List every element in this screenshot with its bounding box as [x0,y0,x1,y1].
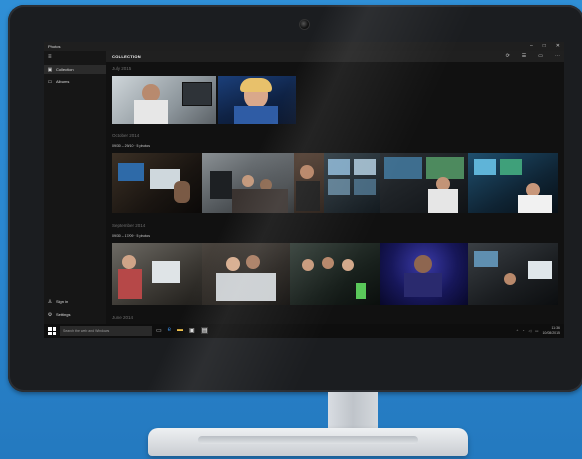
toolbar: ⟳ ☰ ▭ ⋯ [506,53,560,59]
network-icon[interactable]: ◔ [522,329,524,333]
stand-base-slot [198,436,418,444]
monitor-bezel: Photos – □ ✕ ≡ ▣ Collection ▭ Albums ♙ S… [8,5,582,392]
minimize-button[interactable]: – [530,43,533,49]
notifications-icon[interactable]: ▭ [535,329,538,333]
slideshow-icon[interactable]: ▭ [538,53,543,59]
sidebar-item-label: Settings [56,312,71,317]
photos-app-icon[interactable]: ▤ [200,327,209,334]
monitor-stand-base [148,428,468,456]
main-header: COLLECTION ⟳ ☰ ▭ ⋯ [106,51,564,62]
sidebar-item-label: Sign in [56,299,69,304]
sidebar-item-label: Albums [56,79,70,84]
group-label: 09/30 – 29/10 · 5 photos [112,144,150,148]
photo-thumbnail[interactable] [290,243,380,305]
select-icon[interactable]: ☰ [522,53,526,59]
sidebar-item-collection[interactable]: ▣ Collection [44,65,106,74]
screen: Photos – □ ✕ ≡ ▣ Collection ▭ Albums ♙ S… [44,42,564,338]
page-title: COLLECTION [112,54,141,59]
photo-thumbnail[interactable] [112,153,202,213]
windows-start-icon[interactable] [48,327,56,335]
photo-thumbnail[interactable] [202,243,290,305]
window-controls: – □ ✕ [530,43,560,49]
photo-thumbnail[interactable] [468,243,558,305]
system-tray: ^ ◔ ◁ ▭ 11:36 10/08/2015 [517,326,560,335]
person-icon: ♙ [47,298,53,305]
taskbar-icons: ▭ e ▬ ▣ ▤ [156,327,209,334]
clock-date: 10/08/2015 [542,330,560,335]
sidebar-item-sign-in[interactable]: ♙ Sign in [44,297,106,306]
clock[interactable]: 11:36 10/08/2015 [542,326,560,335]
photo-thumbnail[interactable] [324,153,380,213]
section-title: October 2014 [112,133,140,138]
file-explorer-icon[interactable]: ▬ [177,327,183,334]
edge-icon[interactable]: e [168,327,171,334]
webcam [300,20,309,29]
task-view-icon[interactable]: ▭ [156,327,162,334]
section-title: June 2014 [112,315,134,320]
albums-icon: ▭ [47,78,53,85]
sidebar: ≡ ▣ Collection ▭ Albums ♙ Sign in ⚙ Sett… [44,51,106,324]
sidebar-item-label: Collection [56,67,74,72]
section-title: July 2015 [112,66,132,71]
title-bar: Photos – □ ✕ [44,42,564,51]
photo-thumbnail[interactable] [112,243,202,305]
volume-icon[interactable]: ◁ [528,329,531,333]
photo-thumbnail[interactable] [202,153,294,213]
store-icon[interactable]: ▣ [189,327,195,334]
app-title: Photos [48,44,61,49]
photo-thumbnail[interactable] [380,243,468,305]
taskbar: Search the web and Windows ▭ e ▬ ▣ ▤ ^ ◔… [44,324,564,338]
photo-thumbnail[interactable] [468,153,558,213]
photo-thumbnail[interactable] [112,76,216,124]
group-label: 09/30 – 17/09 · 5 photos [112,234,150,238]
taskbar-search-box[interactable]: Search the web and Windows [60,326,152,336]
gear-icon: ⚙ [47,311,53,318]
photo-thumbnail[interactable] [218,76,296,124]
collection-icon: ▣ [47,66,53,73]
photo-thumbnail[interactable] [294,153,324,213]
section-title: September 2014 [112,223,146,228]
sidebar-item-settings[interactable]: ⚙ Settings [44,310,106,319]
more-icon[interactable]: ⋯ [555,53,560,59]
tray-chevron-icon[interactable]: ^ [517,329,519,333]
maximize-button[interactable]: □ [543,43,546,49]
close-button[interactable]: ✕ [556,43,560,49]
refresh-icon[interactable]: ⟳ [506,53,510,59]
photo-thumbnail[interactable] [380,153,468,213]
hamburger-icon[interactable]: ≡ [48,54,52,60]
collection-view: COLLECTION ⟳ ☰ ▭ ⋯ July 2015 October 201… [106,51,564,324]
sidebar-item-albums[interactable]: ▭ Albums [44,77,106,86]
